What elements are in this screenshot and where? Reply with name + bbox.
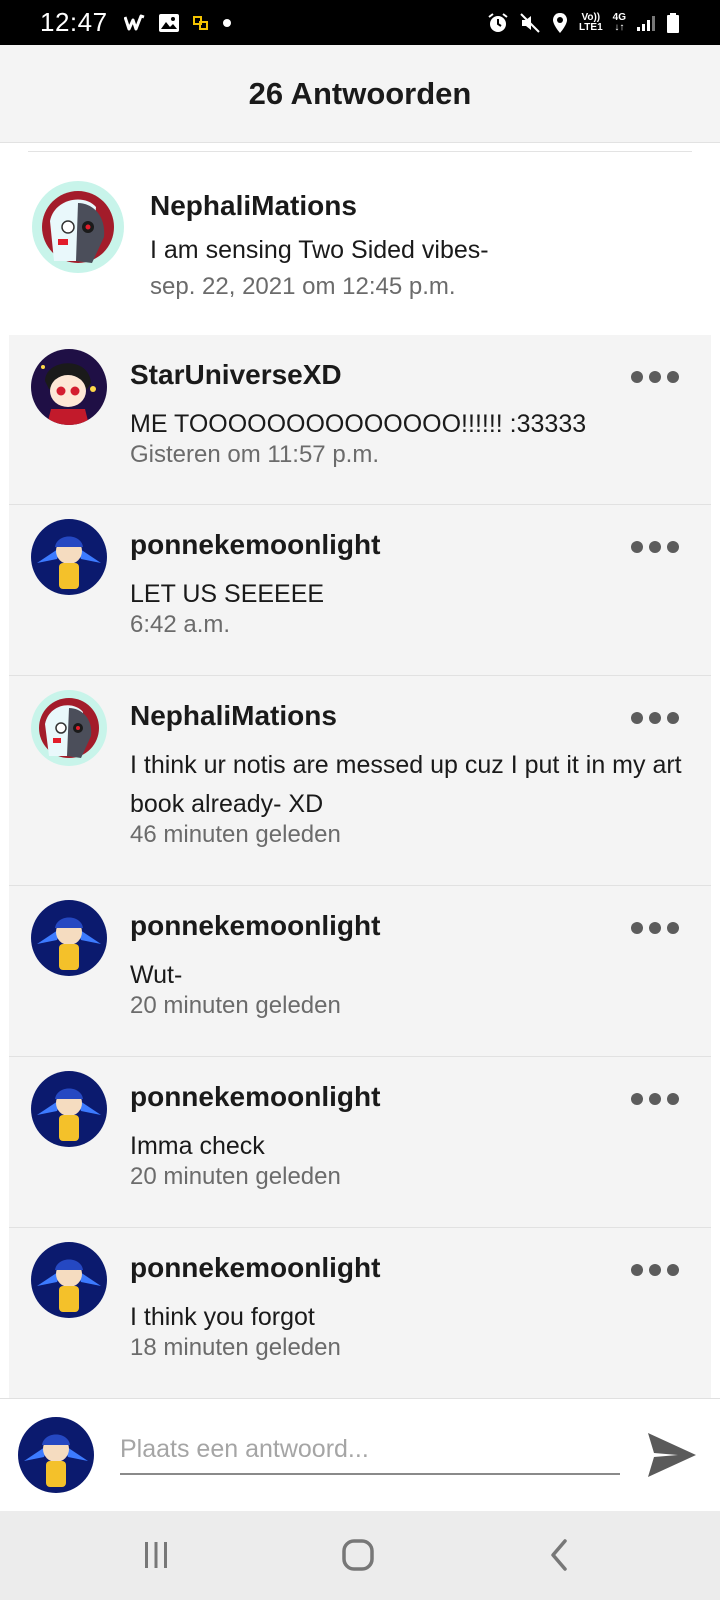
location-icon	[551, 12, 569, 34]
system-nav-bar	[0, 1511, 720, 1600]
home-button[interactable]	[330, 1533, 386, 1577]
signal-icon	[636, 14, 656, 32]
replies-container: StarUniverseXD ME TOOOOOOOOOOOOOO!!!!!! …	[9, 335, 711, 1398]
comment-timestamp: 20 minuten geleden	[130, 992, 341, 1019]
system-icons: Vo)) LTE1 4G ↓↑	[487, 12, 680, 34]
avatar[interactable]	[31, 349, 107, 425]
app-notification-icon	[192, 14, 210, 32]
more-options-button[interactable]	[631, 365, 679, 389]
battery-icon	[666, 12, 680, 34]
comment-text: I think you forgot	[130, 1303, 315, 1331]
comment-timestamp: 6:42 a.m.	[130, 611, 231, 638]
comment-timestamp: 46 minuten geleden	[130, 821, 341, 848]
back-icon	[551, 1539, 567, 1571]
send-icon	[648, 1433, 696, 1477]
avatar[interactable]	[31, 900, 107, 976]
more-options-button[interactable]	[631, 706, 679, 730]
reply-input[interactable]	[120, 1425, 620, 1475]
divider	[28, 151, 692, 152]
current-user-avatar	[18, 1417, 94, 1493]
comment-author[interactable]: NephaliMations	[130, 700, 337, 732]
comment-timestamp: 20 minuten geleden	[130, 1163, 341, 1190]
more-options-button[interactable]	[631, 1258, 679, 1282]
reply-item: StarUniverseXD ME TOOOOOOOOOOOOOO!!!!!! …	[9, 335, 711, 505]
reply-item: ponnekemoonlight I think you forgot 18 m…	[9, 1228, 711, 1398]
comment-text: LET US SEEEEE	[130, 580, 325, 608]
comment-author[interactable]: NephaliMations	[150, 190, 357, 222]
comment-timestamp: sep. 22, 2021 om 12:45 p.m.	[150, 273, 456, 300]
reply-item: ponnekemoonlight Imma check 20 minuten g…	[9, 1057, 711, 1228]
avatar[interactable]	[31, 1242, 107, 1318]
comment-author[interactable]: ponnekemoonlight	[130, 1252, 380, 1284]
more-options-button[interactable]	[631, 1087, 679, 1111]
comment-author[interactable]: ponnekemoonlight	[130, 529, 380, 561]
volte-icon: Vo)) LTE1	[578, 11, 603, 33]
comment-list[interactable]: NephaliMations I am sensing Two Sided vi…	[0, 143, 720, 1398]
comment-text: Imma check	[130, 1132, 265, 1160]
reply-composer	[0, 1398, 720, 1511]
back-button[interactable]	[532, 1533, 588, 1577]
status-time: 12:47	[40, 7, 108, 37]
send-button[interactable]	[644, 1427, 700, 1483]
comment-text: Wut-	[130, 961, 183, 989]
mute-icon	[519, 12, 541, 34]
comment-author[interactable]: ponnekemoonlight	[130, 910, 380, 942]
alarm-icon	[487, 12, 509, 34]
comment-timestamp: Gisteren om 11:57 p.m.	[130, 441, 379, 468]
recents-button[interactable]	[128, 1533, 184, 1577]
more-options-button[interactable]	[631, 916, 679, 940]
comment-author[interactable]: ponnekemoonlight	[130, 1081, 380, 1113]
avatar[interactable]	[31, 519, 107, 595]
notification-icons	[123, 13, 232, 33]
reply-item: ponnekemoonlight LET US SEEEEE 6:42 a.m.	[9, 505, 711, 676]
dot-icon	[222, 18, 232, 28]
comment-text: ME TOOOOOOOOOOOOOO!!!!!! :33333	[130, 410, 587, 438]
header: 26 Antwoorden	[0, 45, 720, 143]
avatar[interactable]	[31, 1071, 107, 1147]
comment-timestamp: 18 minuten geleden	[130, 1334, 341, 1361]
page-title: 26 Antwoorden	[248, 75, 472, 111]
comment-text: I think ur notis are messed up cuz I put…	[130, 751, 682, 818]
avatar[interactable]	[32, 181, 124, 273]
comment-text: I am sensing Two Sided vibes-	[150, 236, 489, 264]
home-icon	[342, 1539, 374, 1571]
reply-item: NephaliMations I think ur notis are mess…	[9, 676, 711, 886]
recents-icon	[145, 1542, 167, 1568]
more-options-button[interactable]	[631, 535, 679, 559]
network-4g-icon: 4G ↓↑	[612, 11, 626, 33]
gallery-icon	[158, 13, 180, 33]
avatar[interactable]	[31, 690, 107, 766]
status-bar: 12:47 Vo)) LTE1 4G ↓↑	[0, 0, 720, 45]
wattpad-icon	[123, 14, 146, 32]
comment-author[interactable]: StarUniverseXD	[130, 359, 342, 391]
reply-item: ponnekemoonlight Wut- 20 minuten geleden	[9, 886, 711, 1057]
